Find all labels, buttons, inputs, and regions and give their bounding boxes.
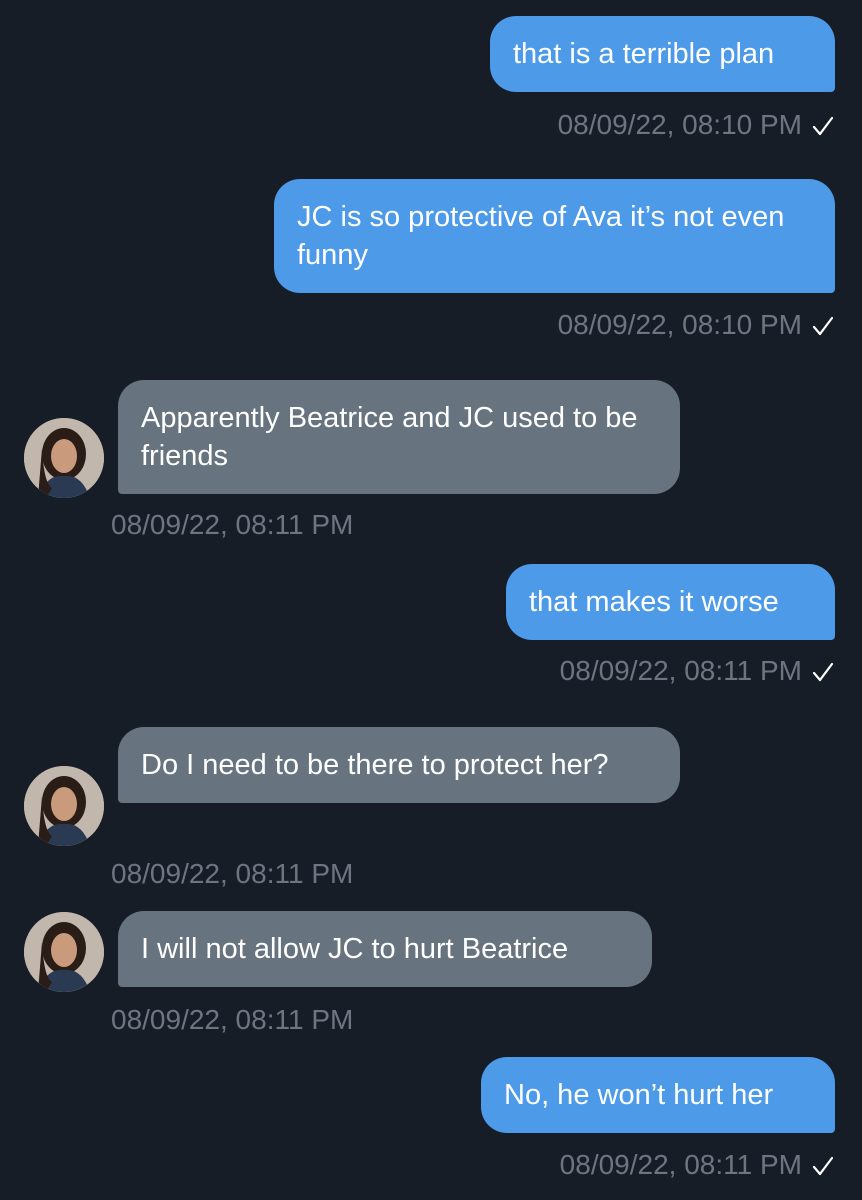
contact-avatar[interactable] (24, 766, 104, 846)
message-timestamp: 08/09/22, 08:11 PM (111, 1003, 353, 1037)
checkmark-icon (812, 1151, 834, 1185)
message-bubble-incoming[interactable]: Do I need to be there to protect her? (118, 727, 680, 803)
message-timestamp: 08/09/22, 08:11 PM (111, 508, 353, 542)
timestamp-text: 08/09/22, 08:11 PM (111, 858, 354, 889)
message-bubble-outgoing[interactable]: JC is so protective of Ava it’s not even… (274, 179, 835, 293)
message-text: No, he won’t hurt her (504, 1079, 774, 1111)
message-bubble-outgoing[interactable]: that is a terrible plan (490, 16, 835, 92)
contact-avatar[interactable] (24, 418, 104, 498)
message-bubble-outgoing[interactable]: that makes it worse (506, 564, 835, 640)
checkmark-icon (812, 311, 834, 345)
message-timestamp: 08/09/22, 08:11 PM (560, 654, 834, 691)
message-text: Do I need to be there to protect her? (141, 749, 609, 781)
message-bubble-incoming[interactable]: Apparently Beatrice and JC used to be fr… (118, 380, 680, 494)
timestamp-text: 08/09/22, 08:10 PM (557, 309, 802, 340)
message-text: JC is so protective of Ava it’s not even… (297, 201, 785, 271)
message-text: I will not allow JC to hurt Beatrice (141, 933, 569, 965)
checkmark-icon (812, 111, 834, 145)
message-text: that is a terrible plan (513, 38, 775, 70)
message-timestamp: 08/09/22, 08:11 PM (560, 1148, 834, 1185)
message-timestamp: 08/09/22, 08:11 PM (111, 857, 353, 891)
message-text: Apparently Beatrice and JC used to be fr… (141, 402, 638, 472)
message-timestamp: 08/09/22, 08:10 PM (558, 308, 834, 345)
timestamp-text: 08/09/22, 08:11 PM (111, 509, 354, 540)
checkmark-icon (812, 657, 834, 691)
message-bubble-incoming[interactable]: I will not allow JC to hurt Beatrice (118, 911, 652, 987)
contact-avatar[interactable] (24, 912, 104, 992)
message-timestamp: 08/09/22, 08:10 PM (558, 108, 834, 145)
timestamp-text: 08/09/22, 08:11 PM (559, 655, 802, 686)
timestamp-text: 08/09/22, 08:11 PM (111, 1004, 354, 1035)
timestamp-text: 08/09/22, 08:10 PM (557, 109, 802, 140)
message-bubble-outgoing[interactable]: No, he won’t hurt her (481, 1057, 835, 1133)
timestamp-text: 08/09/22, 08:11 PM (559, 1149, 802, 1180)
message-text: that makes it worse (529, 586, 779, 618)
